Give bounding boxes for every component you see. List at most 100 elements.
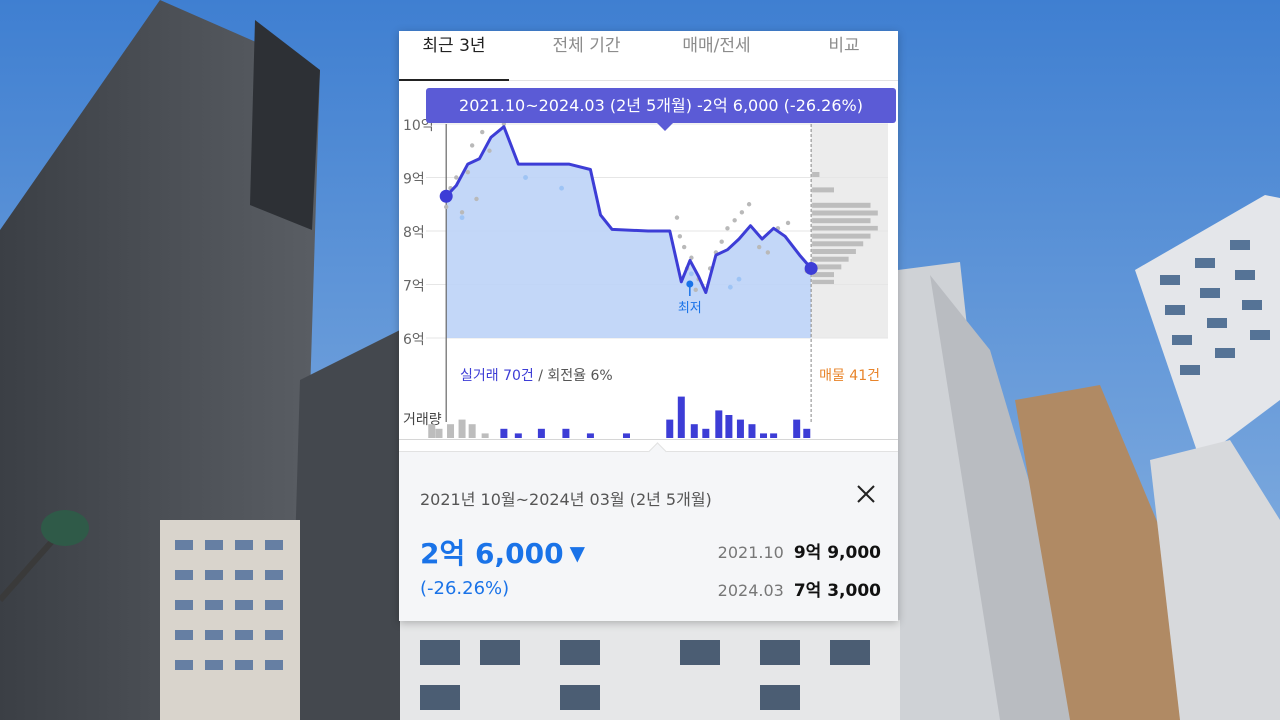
low-floor-point (736, 276, 742, 282)
low-floor-point (523, 175, 528, 180)
end-price: 7억 3,000 (793, 581, 881, 601)
deals-count: 실거래 70건 (460, 368, 534, 384)
volume-bar (428, 424, 436, 438)
listing-bar (812, 202, 871, 208)
volume-bar (803, 428, 811, 438)
listing-bar (812, 187, 835, 193)
price-change-value: 2억 6,000 (420, 537, 564, 570)
transaction-point (756, 244, 762, 250)
price-change-percent: (-26.26%) (420, 578, 510, 599)
lowest-label: 최저 (678, 301, 702, 316)
volume-bar (770, 433, 778, 438)
volume-bar (514, 433, 522, 438)
transaction-point (765, 250, 771, 255)
listing-bar (812, 172, 820, 177)
tab-all-period[interactable]: 전체 기간 (529, 31, 644, 80)
transaction-point (674, 215, 680, 220)
listings-count-label: 매물 41건 (819, 368, 880, 384)
volume-bar (622, 433, 630, 438)
price-change: 2억 6,000 ▼ (420, 532, 585, 572)
volume-bar (481, 433, 489, 438)
volume-bar (468, 424, 476, 438)
close-icon[interactable] (854, 482, 878, 506)
listing-bar (812, 256, 849, 262)
period-tabs: 최근 3년 전체 기간 매매/전세 비교 (399, 31, 898, 81)
volume-bar (793, 419, 801, 438)
volume-label: 거래량 (403, 412, 442, 428)
y-tick-label: 6억 (403, 332, 425, 348)
tooltip-text: 2021.10~2024.03 (2년 5개월) -2억 6,000 (-26.… (459, 96, 863, 115)
listing-bar (812, 210, 878, 216)
tab-sale-jeonse[interactable]: 매매/전세 (659, 31, 774, 80)
lowest-marker-dot (686, 280, 694, 288)
transaction-point (454, 175, 459, 180)
turnover-rate: / 회전율 6% (534, 368, 613, 384)
volume-bar (435, 428, 443, 438)
start-date: 2021.10 (717, 543, 784, 562)
transaction-point (746, 202, 752, 207)
end-point (804, 261, 818, 275)
volume-bar (537, 428, 545, 438)
listing-bar (812, 218, 871, 224)
transaction-point (693, 287, 698, 293)
volume-bar (725, 415, 733, 438)
start-price: 9억 9,000 (793, 543, 881, 563)
transaction-point (480, 129, 485, 135)
y-tick-label: 9억 (403, 172, 425, 188)
transaction-point (459, 210, 465, 215)
tab-recent-3-years[interactable]: 최근 3년 (399, 31, 509, 81)
volume-bar (458, 419, 466, 438)
deals-label: 실거래 70건 / 회전율 6% (460, 368, 613, 384)
low-floor-point (727, 284, 733, 290)
price-chart[interactable]: 10억9억8억7억6억최저실거래 70건 / 회전율 6%매물 41건거래량20… (399, 80, 898, 451)
transaction-point (785, 220, 791, 226)
tab-label: 매매/전세 (682, 36, 751, 56)
down-arrow-icon: ▼ (569, 541, 585, 565)
volume-bar (690, 424, 698, 438)
volume-bar (562, 428, 570, 438)
transaction-point (469, 143, 475, 148)
tab-label: 최근 3년 (422, 36, 486, 56)
period-change-tooltip: 2021.10~2024.03 (2년 5개월) -2억 6,000 (-26.… (426, 88, 896, 123)
volume-bar (748, 424, 756, 438)
start-price-row: 2021.10 9억 9,000 (718, 538, 881, 563)
volume-bar (586, 433, 594, 438)
tab-label: 비교 (828, 36, 860, 56)
transaction-point (487, 148, 492, 153)
low-floor-point (459, 215, 465, 221)
transaction-point (474, 196, 479, 202)
tab-compare[interactable]: 비교 (789, 31, 898, 80)
listing-bar (812, 249, 856, 254)
price-chart-panel: 최근 3년 전체 기간 매매/전세 비교 10억 9억 8억 7억 6억 최저 실거래 70… (399, 31, 898, 621)
volume-bar (760, 433, 768, 438)
tab-label: 전체 기간 (552, 36, 621, 56)
tooltip-arrow (657, 123, 673, 131)
start-point (439, 189, 453, 203)
transaction-point (465, 169, 471, 175)
listing-bar (812, 241, 864, 247)
volume-bar (677, 396, 685, 438)
y-tick-label: 7억 (403, 279, 425, 295)
y-tick-label: 8억 (403, 225, 425, 241)
transaction-point (677, 234, 683, 239)
transaction-point (443, 204, 449, 210)
volume-bar (715, 410, 723, 438)
listing-bar (812, 225, 878, 231)
end-price-row: 2024.03 7억 3,000 (718, 576, 881, 601)
transaction-point (739, 210, 745, 215)
volume-bar (666, 419, 674, 438)
transaction-point (725, 226, 730, 231)
period-detail-card: 2021년 10월~2024년 03월 (2년 5개월) 2억 6,000 ▼ (… (399, 442, 898, 621)
volume-bar (500, 428, 508, 438)
low-floor-point (559, 185, 564, 191)
detail-period: 2021년 10월~2024년 03월 (2년 5개월) (420, 490, 712, 509)
low-floor-point (688, 271, 694, 277)
volume-bar (447, 424, 455, 438)
volume-bar (702, 428, 710, 438)
transaction-point (719, 239, 724, 244)
end-date: 2024.03 (717, 581, 784, 600)
transaction-point (732, 218, 737, 223)
listing-bar (812, 233, 871, 239)
volume-bar (736, 419, 744, 438)
transaction-point (681, 244, 687, 250)
